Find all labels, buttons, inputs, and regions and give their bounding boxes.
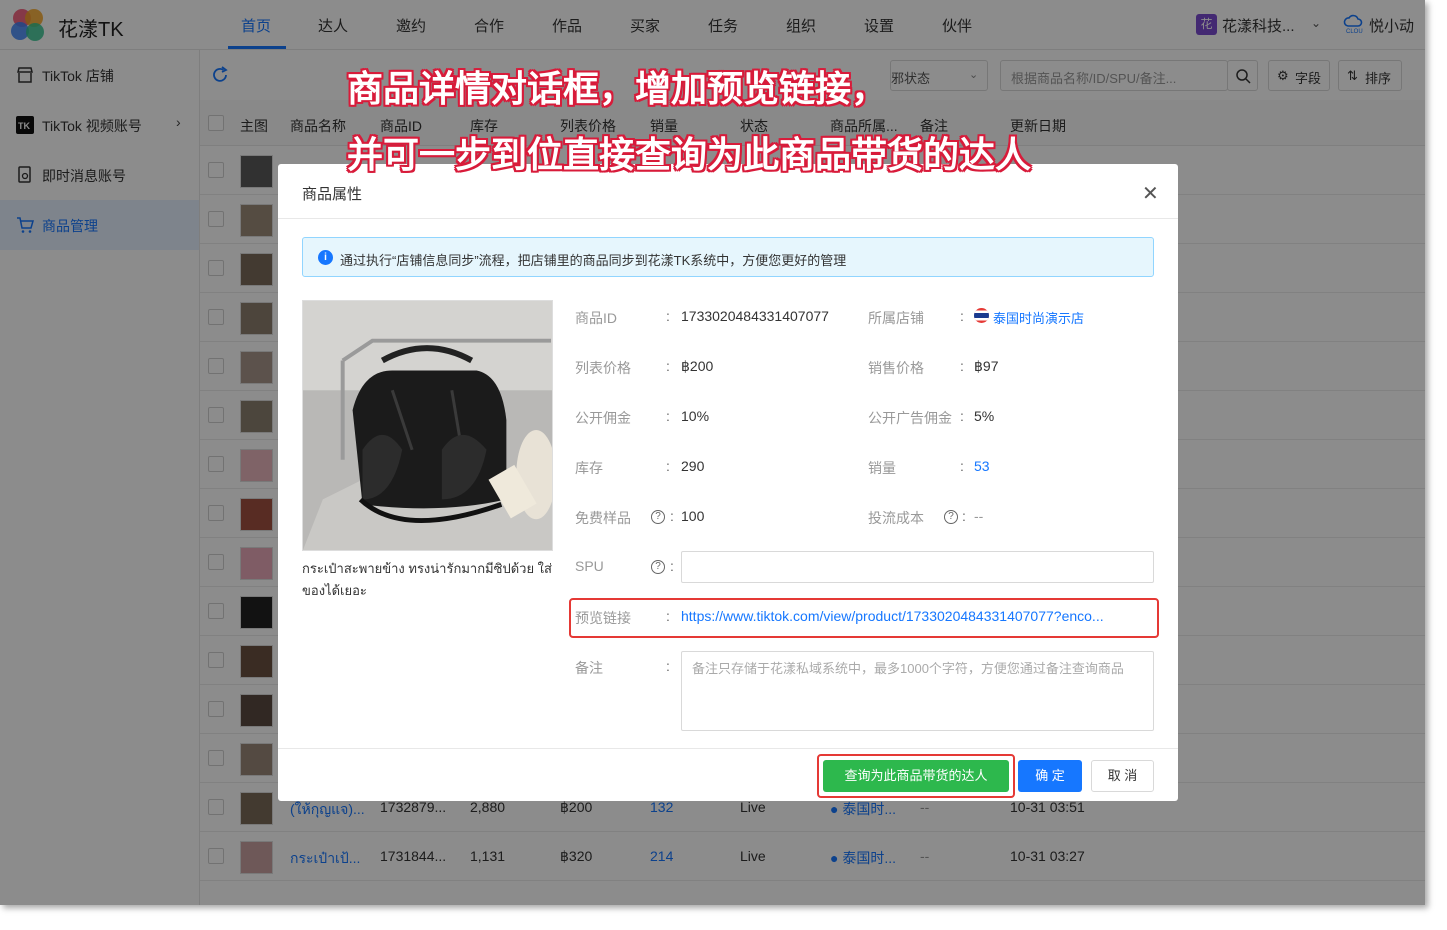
free-sample-label: 免费样品 bbox=[575, 510, 631, 526]
product-image bbox=[302, 300, 553, 551]
product-id-value: 1733020484331407077 bbox=[681, 308, 829, 324]
product-title-caption: กระเป๋าสะพายข้าง ทรงน่ารักมากมีซิปด้วย ใ… bbox=[302, 561, 552, 598]
info-alert: i 通过执行“店铺信息同步”流程，把店铺里的商品同步到花漾TK系统中，方便您更好… bbox=[302, 237, 1154, 277]
remark-label: 备注 bbox=[575, 660, 603, 676]
colon: : bbox=[960, 308, 964, 324]
product-properties-dialog: 商品属性 ✕ i 通过执行“店铺信息同步”流程，把店铺里的商品同步到花漾TK系统… bbox=[278, 164, 1178, 801]
help-icon[interactable]: ? bbox=[944, 510, 958, 524]
shop-link[interactable]: 泰国时尚演示店 bbox=[993, 308, 1084, 327]
help-icon[interactable]: ? bbox=[651, 560, 665, 574]
cancel-button[interactable]: 取 消 bbox=[1091, 760, 1154, 792]
close-icon[interactable]: ✕ bbox=[1142, 181, 1159, 206]
thailand-flag-icon bbox=[974, 308, 989, 323]
colon: : bbox=[666, 408, 670, 424]
info-alert-text: 通过执行“店铺信息同步”流程，把店铺里的商品同步到花漾TK系统中，方便您更好的管… bbox=[340, 253, 847, 268]
traffic-cost-label: 投流成本 bbox=[868, 510, 924, 526]
colon: : bbox=[960, 458, 964, 474]
preview-link[interactable]: https://www.tiktok.com/view/product/1733… bbox=[681, 608, 1104, 624]
remark-placeholder: 备注只存储于花漾私域系统中，最多1000个字符，方便您通过备注查询商品 bbox=[692, 661, 1124, 676]
traffic-cost-value: -- bbox=[974, 508, 984, 524]
sale-price-label: 销售价格 bbox=[868, 360, 924, 376]
list-price-label: 列表价格 bbox=[575, 360, 631, 376]
sales-label: 销量 bbox=[868, 460, 896, 476]
annotation-line-1: 商品详情对话框，增加预览链接， bbox=[347, 68, 888, 109]
divider bbox=[278, 218, 1178, 219]
colon: : bbox=[960, 408, 964, 424]
colon: : bbox=[666, 658, 670, 674]
spu-input[interactable] bbox=[681, 551, 1154, 583]
colon: : bbox=[666, 358, 670, 374]
info-icon: i bbox=[318, 250, 333, 265]
preview-link-label: 预览链接 bbox=[575, 610, 631, 626]
ad-commission-value: 5% bbox=[974, 408, 995, 424]
remark-textarea[interactable]: 备注只存储于花漾私域系统中，最多1000个字符，方便您通过备注查询商品 bbox=[681, 651, 1154, 731]
colon: : bbox=[666, 608, 670, 624]
colon: : bbox=[666, 458, 670, 474]
help-icon[interactable]: ? bbox=[651, 510, 665, 524]
dialog-title: 商品属性 bbox=[302, 186, 363, 203]
colon: : bbox=[960, 358, 964, 374]
colon: : bbox=[670, 558, 674, 574]
free-sample-value: 100 bbox=[681, 508, 705, 524]
ad-commission-label: 公开广告佣金 bbox=[868, 410, 952, 426]
colon: : bbox=[962, 508, 966, 524]
query-creators-button[interactable]: 查询为此商品带货的达人 bbox=[823, 760, 1009, 792]
shop-label: 所属店铺 bbox=[868, 310, 924, 326]
sale-price-value: ฿97 bbox=[974, 358, 999, 374]
list-price-value: ฿200 bbox=[681, 358, 714, 374]
annotation-line-2: 并可一步到位直接查询为此商品带货的达人 bbox=[347, 134, 1032, 175]
commission-value: 10% bbox=[681, 408, 710, 424]
stock-label: 库存 bbox=[575, 460, 603, 476]
colon: : bbox=[670, 508, 674, 524]
confirm-button[interactable]: 确 定 bbox=[1018, 760, 1082, 792]
commission-label: 公开佣金 bbox=[575, 410, 631, 426]
divider bbox=[278, 748, 1178, 749]
app-window: 花漾TK 首页 达人 邀约 合作 作品 买家 任务 组织 设置 伙伴 花 花漾科… bbox=[0, 0, 1425, 905]
sales-link[interactable]: 53 bbox=[974, 458, 990, 474]
product-id-label: 商品ID bbox=[575, 310, 617, 326]
spu-label: SPU bbox=[575, 558, 604, 574]
stock-value: 290 bbox=[681, 458, 705, 474]
colon: : bbox=[666, 308, 670, 324]
